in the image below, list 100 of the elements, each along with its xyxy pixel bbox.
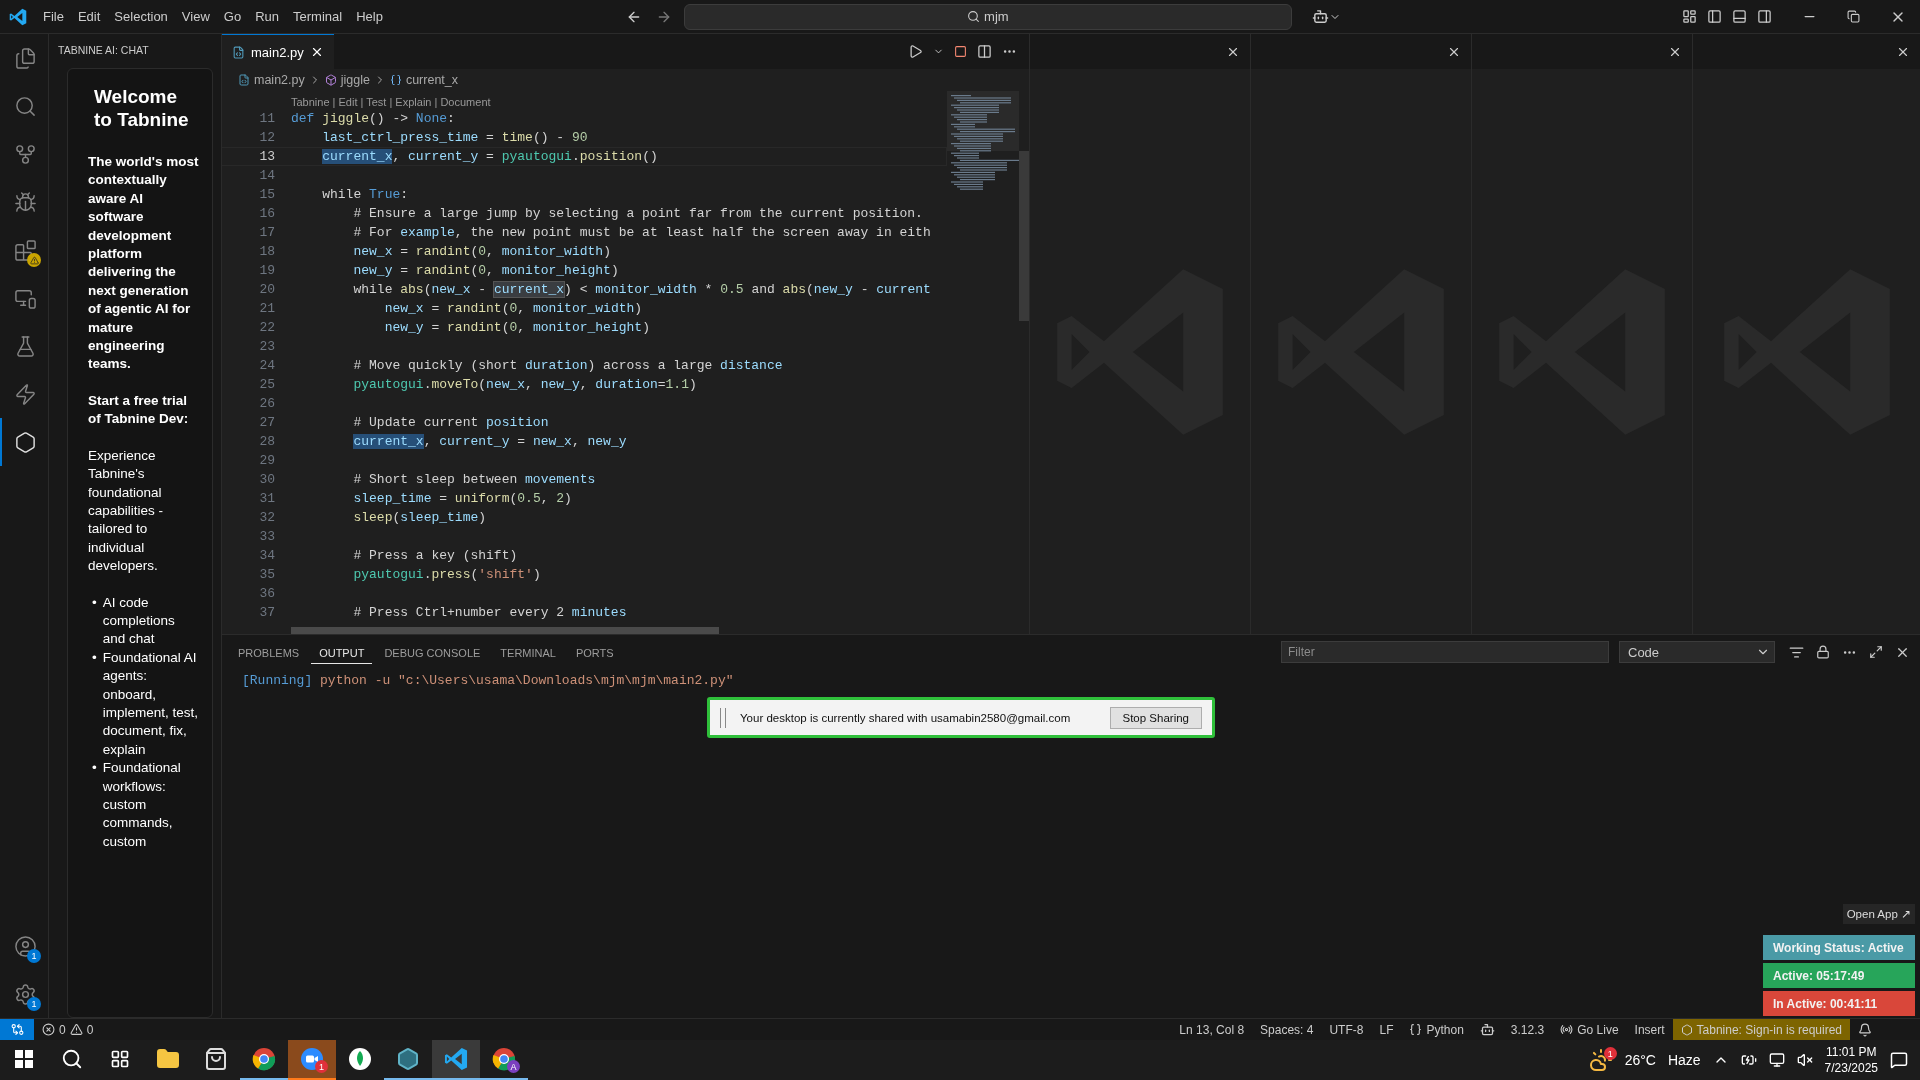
variable-icon — [389, 74, 402, 86]
line-number: 17 — [258, 225, 276, 240]
breadcrumb-item[interactable]: main2.py — [254, 73, 305, 87]
network-icon[interactable] — [1768, 1052, 1785, 1068]
status-item[interactable]: LF — [1371, 1019, 1402, 1040]
task-view-icon[interactable] — [110, 1049, 130, 1069]
go-live-status[interactable]: Go Live — [1552, 1019, 1627, 1040]
bell-icon — [1858, 1022, 1872, 1037]
browser-icon — [252, 1047, 276, 1071]
stop-sharing-button[interactable]: Stop Sharing — [1109, 706, 1202, 729]
lightning-icon — [13, 382, 37, 406]
line-number: 11 — [258, 111, 276, 126]
status-item[interactable]: Spaces: 4 — [1252, 1019, 1322, 1040]
taskbar-app[interactable]: A — [480, 1040, 528, 1080]
problems-status[interactable]: 0 0 — [34, 1019, 102, 1040]
extensions-icon — [13, 238, 37, 262]
tabnine-status[interactable]: Tabnine: Sign-in is required — [1672, 1019, 1850, 1040]
bullet-mark: • — [92, 759, 97, 778]
open-app-button[interactable]: Open App ↗ — [1842, 904, 1915, 924]
python-file-icon — [238, 74, 250, 86]
status-item[interactable]: UTF-8 — [1321, 1019, 1372, 1040]
status-item[interactable]: Ln 13, Col 8 — [1171, 1019, 1253, 1040]
restore-icon[interactable] — [1847, 10, 1860, 23]
code-editor-icon — [444, 1047, 468, 1071]
braces-icon — [1409, 1023, 1423, 1036]
tagline: The world's most contextually aware AI software development platform delivering the next generation of agentic AI for mature engineering teams. — [88, 153, 200, 374]
menu-item[interactable]: Edit — [70, 9, 108, 24]
search-icon[interactable] — [61, 1048, 83, 1070]
breadcrumb-item[interactable]: current_x — [405, 73, 459, 87]
account-icon — [13, 934, 37, 958]
code-line: pyautogui.moveTo(new_x, new_y, duration=1.1) — [352, 377, 697, 392]
panel-tab[interactable]: DEBUG CONSOLE — [376, 640, 489, 664]
split-editor-icon[interactable] — [977, 44, 993, 59]
status-card: Active: 05:17:49 — [1763, 963, 1915, 988]
remote-button[interactable] — [0, 1018, 34, 1041]
taskbar-app[interactable]: 1 — [288, 1040, 336, 1080]
horizontal-scrollbar[interactable] — [291, 627, 719, 634]
code-lens-links[interactable]: Tabnine | Edit | Test | Explain | Document — [291, 93, 948, 109]
panel-tab[interactable]: PROBLEMS — [230, 640, 308, 664]
warning-badge-icon — [27, 253, 41, 267]
code-line: # Short sleep between movements — [352, 472, 596, 487]
panel-tab[interactable]: TERMINAL — [492, 640, 564, 664]
line-number: 28 — [258, 434, 276, 449]
code-line: # Move quickly (short duration) across a large distance — [352, 358, 783, 373]
status-item[interactable]: Insert — [1626, 1019, 1673, 1040]
feature-item: Foundational AI agents: onboard, implement, test, document, fix, explain — [102, 648, 200, 759]
filter-field[interactable]: Filter — [1281, 641, 1609, 663]
breadcrumb-item[interactable]: jiggle — [340, 73, 370, 87]
editor-tab[interactable]: main2.py — [222, 34, 334, 69]
line-number: 19 — [258, 263, 276, 278]
code-line: sleep_time = uniform(0.5, 2) — [352, 491, 572, 506]
notification-icon[interactable] — [1890, 1051, 1908, 1069]
weather-badge: 1 — [1603, 1047, 1617, 1060]
panel-left-icon[interactable] — [1707, 9, 1722, 24]
panel-tab[interactable]: OUTPUT — [311, 640, 373, 664]
code-line: new_y = randint(0, monitor_height) — [352, 263, 619, 278]
menu-item[interactable]: Run — [248, 9, 286, 24]
menu-item[interactable]: Go — [216, 9, 249, 24]
maximize-icon[interactable] — [1869, 645, 1883, 659]
code-line: current_x, current_y = pyautogui.position() — [321, 149, 658, 164]
list-icon[interactable] — [1789, 644, 1804, 660]
menu-item[interactable]: Help — [349, 9, 390, 24]
weather-icon[interactable] — [1588, 1048, 1613, 1072]
line-number: 33 — [258, 529, 276, 544]
sidebar-title: TABNINE AI: CHAT — [57, 43, 150, 58]
output-channel-dropdown[interactable]: Code — [1619, 641, 1775, 663]
panel-bottom-icon[interactable] — [1732, 9, 1747, 24]
start-icon[interactable] — [15, 1050, 33, 1068]
lock-icon[interactable] — [1816, 645, 1830, 659]
line-number: 22 — [258, 320, 276, 335]
robot-icon[interactable] — [1311, 8, 1329, 25]
layout-icon[interactable] — [1682, 9, 1697, 24]
activity-item[interactable]: 1 — [0, 922, 48, 970]
stop-icon[interactable] — [954, 45, 968, 58]
count-badge: 1 — [27, 997, 41, 1011]
menu-item[interactable]: Terminal — [286, 9, 350, 24]
cube-icon — [324, 74, 337, 86]
line-number: 26 — [258, 396, 276, 411]
menu-item[interactable]: Selection — [107, 9, 175, 24]
activity-item[interactable]: 1 — [0, 970, 48, 1018]
speaker-muted-icon[interactable] — [1796, 1052, 1813, 1068]
status-item[interactable]: 3.12.3 — [1502, 1019, 1553, 1040]
battery-icon[interactable] — [1740, 1052, 1757, 1068]
search-icon — [13, 94, 37, 118]
leaf-icon — [348, 1047, 372, 1071]
app-badge: 1 — [315, 1060, 328, 1073]
line-number: 25 — [258, 377, 276, 392]
line-number: 21 — [258, 301, 276, 316]
bullet-mark: • — [92, 648, 97, 667]
line-number: 24 — [258, 358, 276, 373]
search-icon — [967, 10, 981, 23]
panel-tab[interactable]: PORTS — [567, 640, 622, 664]
menu-item[interactable]: File — [36, 9, 71, 24]
command-search-field[interactable]: mjm — [683, 3, 1292, 30]
panel-right-icon[interactable] — [1757, 9, 1772, 24]
language-status[interactable]: Python — [1401, 1019, 1472, 1040]
menu-item[interactable]: View — [174, 9, 217, 24]
code-line: new_x = randint(0, monitor_width) — [352, 244, 611, 259]
clock[interactable]: 11:01 PM 7/23/2025 — [1824, 1044, 1878, 1076]
hexagon-app-icon — [396, 1047, 420, 1071]
